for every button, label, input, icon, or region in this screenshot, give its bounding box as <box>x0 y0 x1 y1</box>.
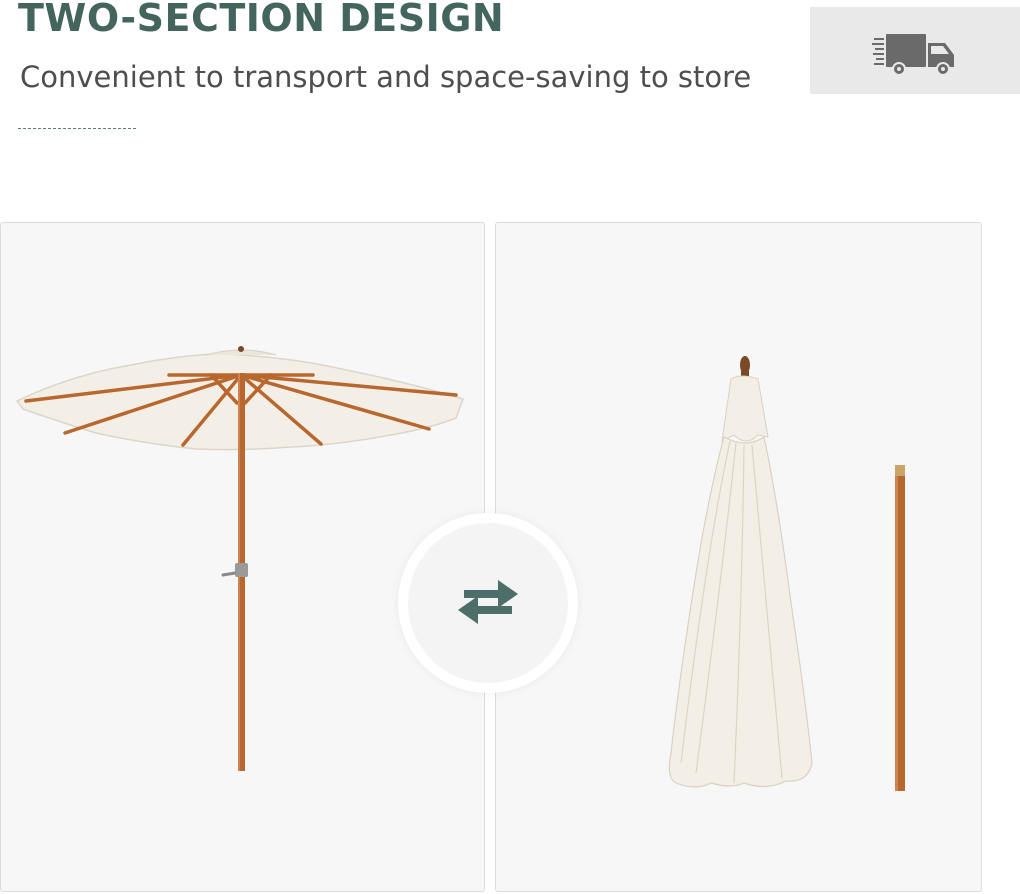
swap-badge <box>398 513 578 693</box>
page-title: TWO-SECTION DESIGN <box>18 0 505 40</box>
dashed-divider <box>18 128 136 129</box>
delivery-badge <box>810 7 1020 94</box>
swap-arrows-icon <box>458 580 518 624</box>
page-subtitle: Convenient to transport and space-saving… <box>20 60 752 94</box>
folded-umbrella-and-pole-image <box>668 356 905 791</box>
disassembled-umbrella-panel <box>495 222 982 892</box>
delivery-truck-icon <box>872 34 954 76</box>
